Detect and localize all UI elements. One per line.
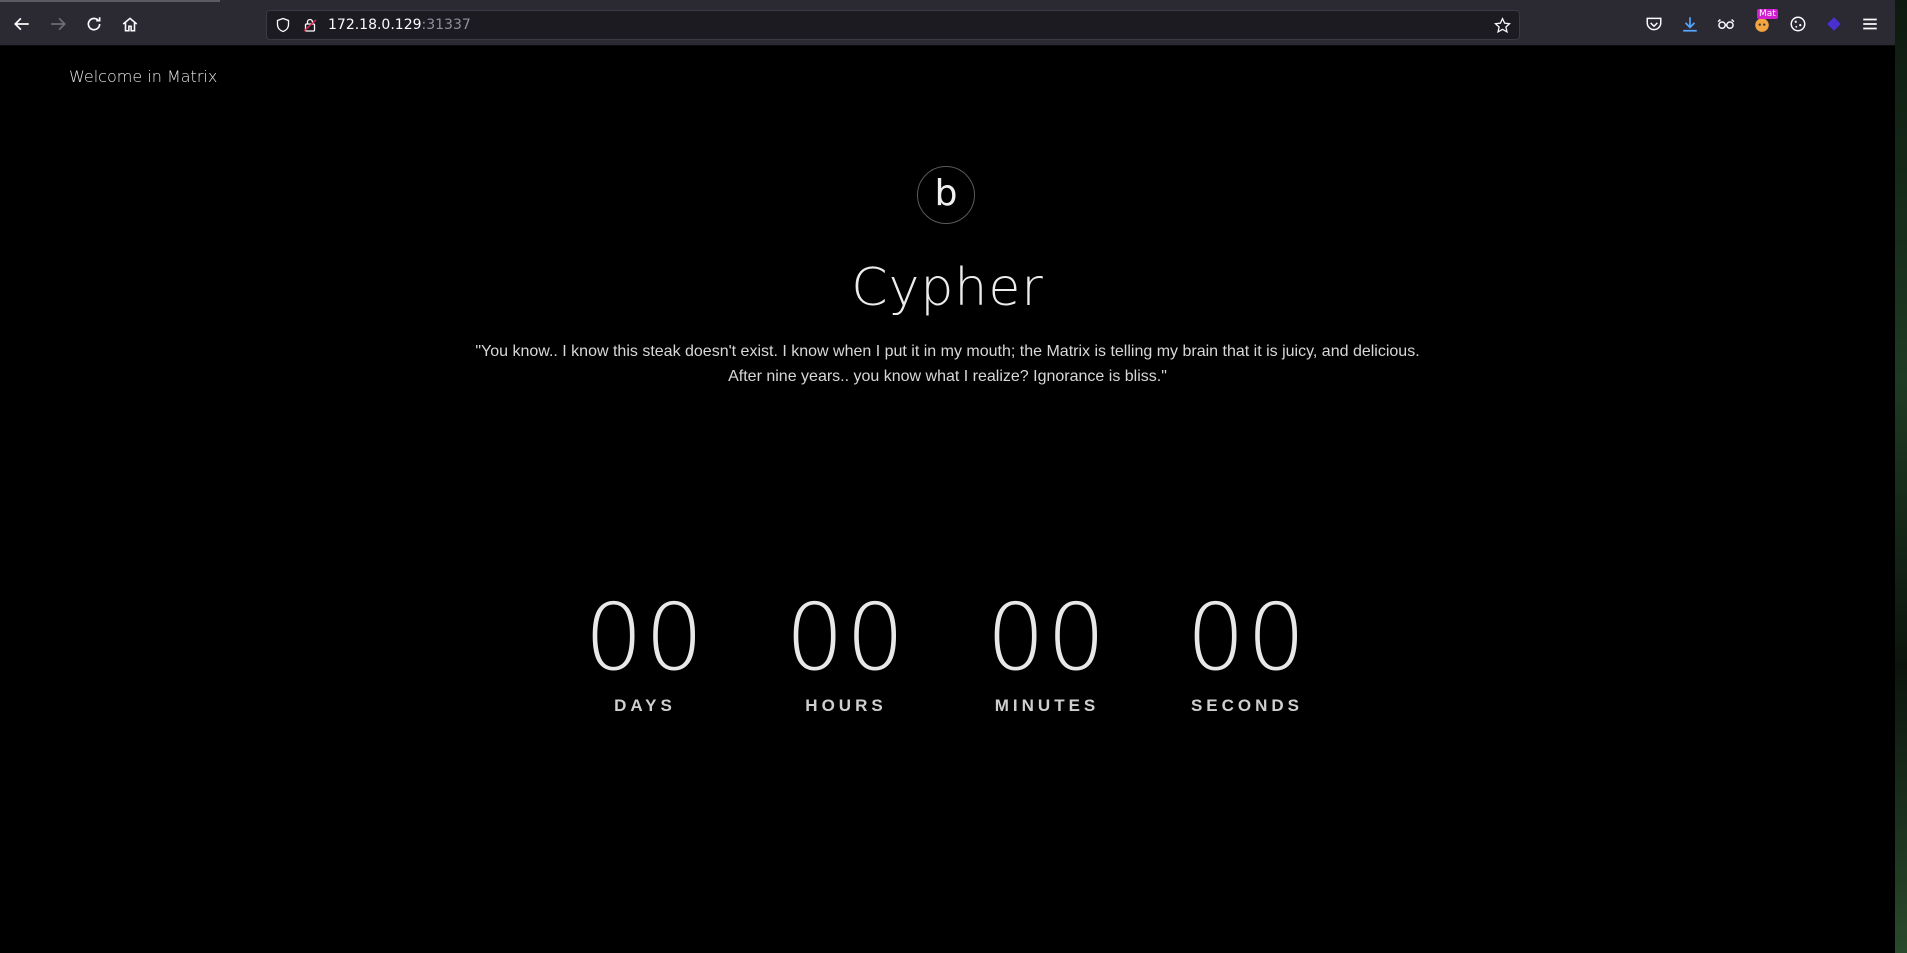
hamburger-menu-icon [1863, 18, 1877, 30]
reload-button[interactable] [80, 10, 108, 38]
countdown-value: 00 [986, 584, 1108, 691]
pocket-icon [1646, 17, 1662, 31]
url-text[interactable]: 172.18.0.129:31337 [328, 17, 471, 33]
logo-letter: b [934, 172, 958, 214]
url-host: 172.18.0.129 [328, 17, 422, 33]
extension-mat-button[interactable]: Mat [1751, 9, 1778, 35]
browser-toolbar: 172.18.0.129:31337 Mat [0, 0, 1895, 46]
page-title: Cypher [851, 258, 1044, 318]
countdown-minutes: 00 MINUTES [977, 592, 1117, 716]
insecure-lock-icon[interactable] [302, 17, 318, 33]
countdown-value: 00 [584, 584, 706, 691]
page-content: Welcome in Matrix b Cypher "You know.. I… [0, 46, 1895, 953]
reload-icon [87, 17, 101, 31]
downloads-button[interactable] [1679, 13, 1701, 35]
desktop-background-edge [1895, 0, 1907, 953]
countdown-label: HOURS [805, 696, 887, 715]
countdown-days: 00 DAYS [575, 592, 715, 716]
shield-icon[interactable] [275, 17, 291, 33]
tab-strip-indicator [0, 0, 220, 2]
cookie-extension-button[interactable] [1787, 13, 1809, 35]
pocket-button[interactable] [1643, 13, 1665, 35]
extension-spy-button[interactable] [1715, 13, 1737, 35]
glasses-icon [1717, 18, 1735, 30]
countdown-value: 00 [1186, 584, 1308, 691]
bookmark-star-icon[interactable] [1494, 17, 1511, 34]
url-port: :31337 [421, 17, 471, 33]
forward-arrow-icon [51, 17, 66, 31]
back-button[interactable] [8, 10, 36, 38]
download-icon [1683, 17, 1697, 32]
quote-line: After nine years.. you know what I reali… [728, 368, 1167, 385]
quote-text: "You know.. I know this steak doesn't ex… [440, 339, 1455, 389]
home-icon [122, 17, 138, 32]
purple-extension-button[interactable] [1823, 13, 1845, 35]
app-menu-button[interactable] [1859, 13, 1881, 35]
forward-button[interactable] [44, 10, 72, 38]
brand-link[interactable]: Welcome in Matrix [69, 67, 217, 86]
diamond-icon [1827, 17, 1841, 31]
countdown-label: DAYS [614, 696, 676, 715]
logo-badge: b [917, 166, 975, 224]
extension-badge: Mat [1757, 9, 1778, 19]
countdown-label: SECONDS [1190, 696, 1304, 715]
countdown-hours: 00 HOURS [776, 592, 916, 716]
cookie-icon [1790, 16, 1806, 32]
home-button[interactable] [116, 10, 144, 38]
countdown-value: 00 [785, 584, 907, 691]
back-arrow-icon [14, 17, 29, 31]
countdown-seconds: 00 SECONDS [1177, 592, 1317, 716]
countdown-label: MINUTES [994, 696, 1100, 715]
url-bar[interactable]: 172.18.0.129:31337 [266, 10, 1520, 40]
quote-line: "You know.. I know this steak doesn't ex… [475, 343, 1420, 360]
